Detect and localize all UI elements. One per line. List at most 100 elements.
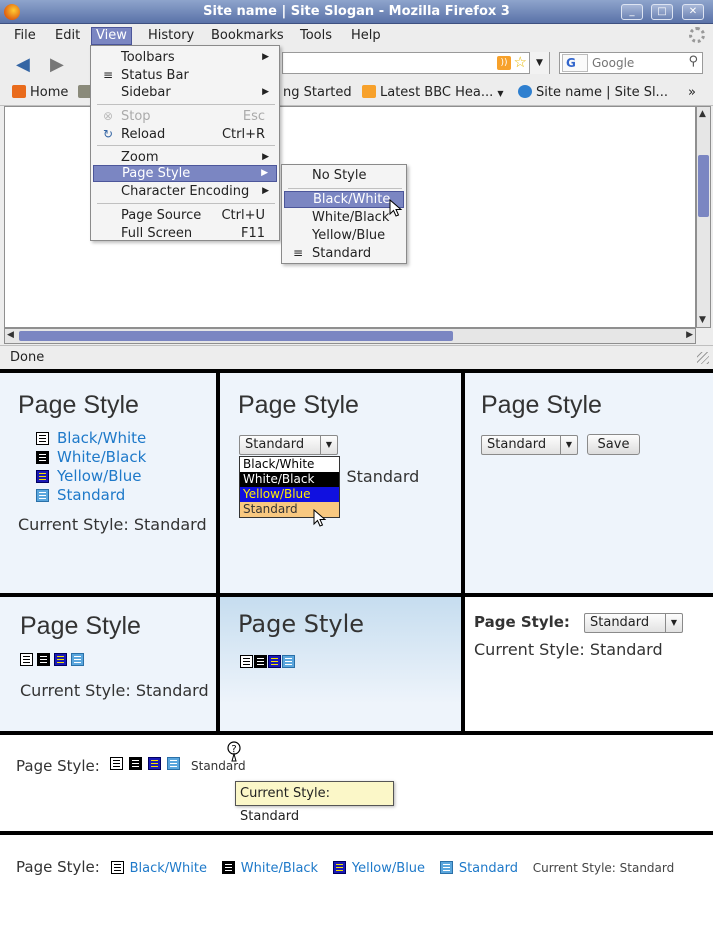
menu-help[interactable]: Help: [347, 27, 385, 45]
status-text: Done: [10, 350, 45, 365]
white-black-icon[interactable]: [221, 861, 235, 874]
style-link-black-white[interactable]: Black/White: [130, 861, 207, 876]
submenu-white-black[interactable]: White/Black: [284, 209, 404, 226]
option-black-white[interactable]: Black/White: [240, 457, 339, 472]
option-yellow-blue[interactable]: Yellow/Blue: [240, 487, 339, 502]
search-icon[interactable]: ⚲: [688, 54, 698, 69]
chevron-down-icon: ▼: [560, 436, 577, 454]
menu-character-encoding[interactable]: Character Encoding ▶: [93, 183, 277, 200]
black-white-icon[interactable]: [240, 655, 253, 668]
yellow-blue-icon[interactable]: [268, 655, 281, 668]
url-bar[interactable]: )) ☆ ▼: [282, 52, 550, 74]
standard-icon[interactable]: [167, 757, 180, 770]
scrollbar-thumb[interactable]: [698, 155, 709, 217]
view-menu: Toolbars ▶ ≡ Status Bar Sidebar ▶ ⊗ Stop Esc …: [90, 45, 280, 241]
scroll-left-icon[interactable]: ◀: [7, 330, 14, 340]
yellow-blue-icon[interactable]: [332, 861, 346, 874]
menu-stop[interactable]: ⊗ Stop Esc: [93, 108, 277, 125]
yellow-blue-icon[interactable]: [148, 757, 161, 770]
horizontal-scrollbar[interactable]: ◀ ▶: [4, 328, 696, 344]
demo-panel-inline-links: Page Style: Black/White White/Black Yell…: [0, 835, 713, 929]
menu-file[interactable]: File: [10, 27, 40, 45]
minimize-button[interactable]: _: [621, 4, 643, 20]
help-cursor-icon: ?: [227, 741, 241, 762]
panel-title: Page Style: [481, 391, 602, 419]
white-black-icon[interactable]: [254, 655, 267, 668]
menu-zoom[interactable]: Zoom ▶: [93, 149, 277, 166]
bookmark-bbc[interactable]: Latest BBC Hea... ▼: [362, 85, 504, 100]
menu-status-bar[interactable]: ≡ Status Bar: [93, 67, 277, 84]
checked-icon: ≡: [293, 246, 304, 260]
url-dropdown-icon[interactable]: ▼: [529, 52, 549, 74]
menu-separator: [97, 145, 275, 146]
bookmark-site-name[interactable]: Site name | Site Sl...: [518, 85, 668, 100]
resize-grip-icon[interactable]: [697, 352, 709, 364]
demo-panel-inline-select: Page Style: Standard ▼ Current Style: Sta…: [465, 597, 713, 731]
rss-feed-icon[interactable]: )): [497, 56, 511, 70]
menu-sidebar[interactable]: Sidebar ▶: [93, 84, 277, 101]
menu-page-source[interactable]: Page Source Ctrl+U: [93, 207, 277, 224]
black-white-icon[interactable]: [110, 757, 123, 770]
yellow-blue-icon[interactable]: [54, 653, 67, 666]
search-input[interactable]: [592, 55, 680, 71]
bookmark-star-icon[interactable]: ☆: [514, 53, 527, 71]
standard-icon: [36, 489, 49, 502]
style-link-white-black[interactable]: White/Black: [36, 448, 146, 467]
menu-reload[interactable]: ↻ Reload Ctrl+R: [93, 126, 277, 143]
standard-icon[interactable]: [71, 653, 84, 666]
submenu-standard[interactable]: ≡ Standard: [284, 245, 404, 262]
black-white-icon: [36, 432, 49, 445]
menu-full-screen[interactable]: Full Screen F11: [93, 225, 277, 242]
bookmarks-overflow-button[interactable]: »: [688, 85, 696, 100]
vertical-scrollbar[interactable]: ▲ ▼: [696, 106, 711, 328]
save-button[interactable]: Save: [587, 434, 640, 455]
white-black-icon[interactable]: [129, 757, 142, 770]
menu-bookmarks[interactable]: Bookmarks: [207, 27, 288, 45]
bookmark-getting-started[interactable]: ng Started: [283, 85, 352, 100]
style-link-standard[interactable]: Standard: [459, 861, 518, 876]
style-link-black-white[interactable]: Black/White: [36, 429, 146, 448]
submenu-arrow-icon: ▶: [261, 168, 268, 178]
scroll-right-icon[interactable]: ▶: [686, 330, 693, 340]
submenu-arrow-icon: ▶: [262, 186, 269, 196]
black-white-icon[interactable]: [20, 653, 33, 666]
menu-history[interactable]: History: [144, 27, 198, 45]
forward-arrow-icon[interactable]: ▶: [50, 54, 64, 75]
menu-page-style[interactable]: Page Style ▶: [93, 165, 277, 182]
submenu-black-white[interactable]: Black/White: [284, 191, 404, 208]
submenu-yellow-blue[interactable]: Yellow/Blue: [284, 227, 404, 244]
scroll-down-icon[interactable]: ▼: [699, 315, 706, 325]
menu-tools[interactable]: Tools: [296, 27, 336, 45]
style-link-list: Black/White White/Black Yellow/Blue Stan…: [36, 429, 146, 505]
menu-separator: [97, 203, 275, 204]
close-button[interactable]: ✕: [682, 4, 704, 20]
style-link-yellow-blue[interactable]: Yellow/Blue: [352, 861, 425, 876]
option-white-black[interactable]: White/Black: [240, 472, 339, 487]
white-black-icon[interactable]: [37, 653, 50, 666]
search-engine-icon[interactable]: G: [562, 54, 588, 72]
current-style-text: Current Style: Standard: [20, 681, 209, 700]
menu-toolbars[interactable]: Toolbars ▶: [93, 49, 277, 66]
style-select[interactable]: Standard ▼: [239, 435, 338, 455]
search-box[interactable]: G ⚲: [559, 52, 703, 74]
demo-panel-list: Page Style Black/White White/Black Yello…: [0, 373, 216, 593]
submenu-no-style[interactable]: No Style: [284, 167, 404, 184]
rss-feed-icon: [362, 85, 376, 98]
style-link-white-black[interactable]: White/Black: [241, 861, 318, 876]
style-select[interactable]: Standard ▼: [584, 613, 683, 633]
style-link-yellow-blue[interactable]: Yellow/Blue: [36, 467, 146, 486]
standard-icon[interactable]: [439, 861, 453, 874]
chevron-down-icon: ▼: [665, 614, 682, 632]
style-select[interactable]: Standard ▼: [481, 435, 578, 455]
black-white-icon[interactable]: [110, 861, 124, 874]
scrollbar-thumb[interactable]: [19, 331, 453, 341]
menu-view[interactable]: View: [91, 27, 132, 45]
submenu-arrow-icon: ▶: [262, 87, 269, 97]
bookmark-home[interactable]: Home: [12, 85, 68, 100]
standard-icon[interactable]: [282, 655, 295, 668]
menu-edit[interactable]: Edit: [51, 27, 84, 45]
scroll-up-icon[interactable]: ▲: [699, 109, 706, 119]
maximize-button[interactable]: □: [651, 4, 673, 20]
back-arrow-icon[interactable]: ◀: [16, 54, 30, 75]
style-link-standard[interactable]: Standard: [36, 486, 146, 505]
